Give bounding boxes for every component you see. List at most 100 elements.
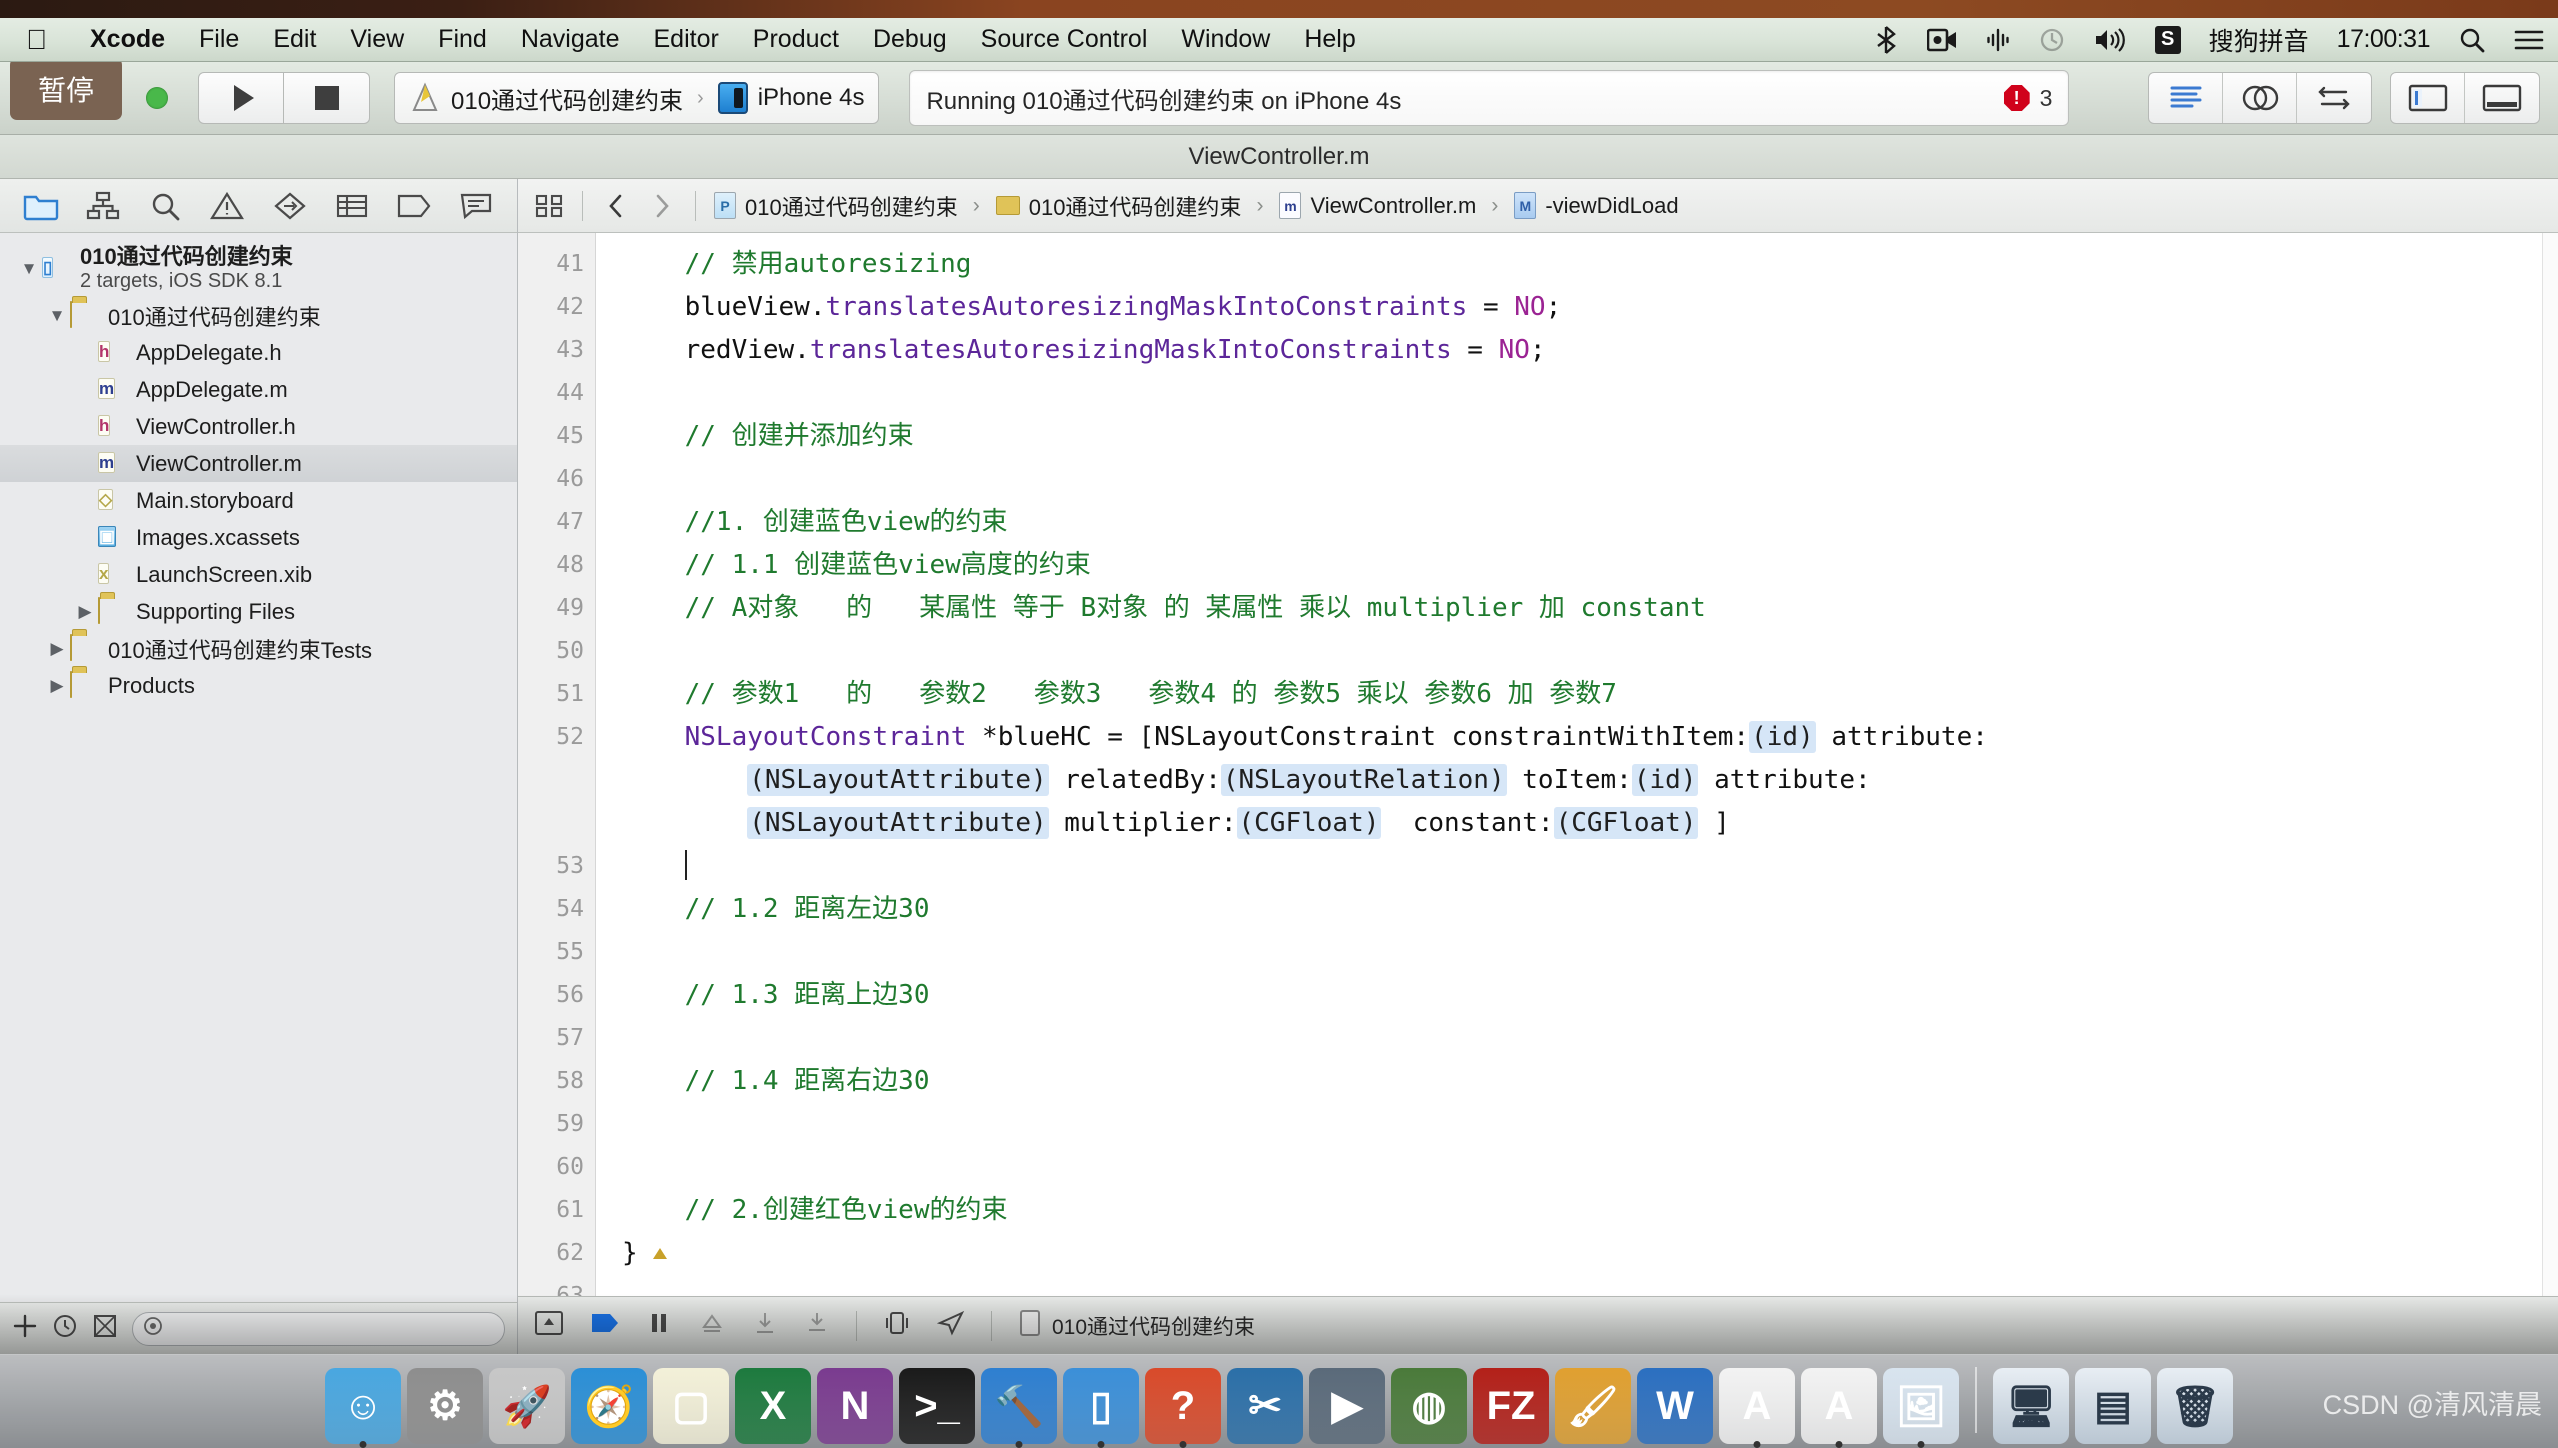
code-line[interactable] xyxy=(596,630,2558,673)
input-method-label[interactable]: 搜狗拼音 xyxy=(2195,22,2323,58)
xcode-icon[interactable]: 🔨 xyxy=(981,1368,1057,1448)
search-icon[interactable] xyxy=(2444,26,2500,54)
line-number[interactable] xyxy=(518,802,595,845)
menu-item-xcode[interactable]: Xcode xyxy=(73,25,182,54)
breadcrumb-item-file[interactable]: m ViewController.m › xyxy=(1271,192,1506,219)
code-line[interactable]: // 1.2 距离左边30 xyxy=(596,888,2558,931)
preview-icon[interactable]: 🖼 xyxy=(1883,1368,1959,1448)
disclosure-triangle[interactable]: ▶ xyxy=(72,602,98,622)
file-tree-row[interactable]: ▣ Images.xcassets xyxy=(0,519,517,556)
code-line[interactable]: //1. 创建蓝色view的约束 xyxy=(596,501,2558,544)
line-number[interactable]: 47 xyxy=(518,501,595,544)
code-line[interactable]: (NSLayoutAttribute) multiplier:(CGFloat)… xyxy=(596,802,2558,845)
find-navigator-icon[interactable] xyxy=(143,186,187,226)
code-line[interactable] xyxy=(596,1146,2558,1189)
file-tree-row[interactable]: m ViewController.m xyxy=(0,445,517,482)
issue-badge[interactable]: ! 3 xyxy=(2003,85,2052,112)
code-line[interactable]: // 1.3 距离上边30 xyxy=(596,974,2558,1017)
dash-icon[interactable]: ? xyxy=(1145,1368,1221,1448)
chevron-right-icon[interactable] xyxy=(639,192,685,220)
code-line[interactable]: // 1.1 创建蓝色view高度的约束 xyxy=(596,544,2558,587)
stop-button[interactable] xyxy=(284,72,370,124)
file-tree-row[interactable]: h ViewController.h xyxy=(0,408,517,445)
code-line[interactable]: // 2.创建红色view的约束 xyxy=(596,1189,2558,1232)
onenote-icon[interactable]: N xyxy=(817,1368,893,1444)
safari-icon[interactable]: 🧭 xyxy=(571,1368,647,1444)
simulator-icon[interactable]: ▯ xyxy=(1063,1368,1139,1448)
code-line[interactable]: redView.translatesAutoresizingMaskIntoCo… xyxy=(596,329,2558,372)
system-preferences-icon[interactable]: ⚙ xyxy=(407,1368,483,1444)
code-line[interactable] xyxy=(596,931,2558,974)
file-tree-row[interactable]: h AppDelegate.h xyxy=(0,334,517,371)
navigator-toggle-icon[interactable] xyxy=(2391,73,2465,123)
breadcrumb-item-group[interactable]: 010通过代码创建约束 › xyxy=(988,190,1272,222)
filezilla-icon[interactable]: FZ xyxy=(1473,1368,1549,1444)
breadcrumb-item-project[interactable]: P 010通过代码创建约束 › xyxy=(706,190,988,222)
airplay-icon[interactable] xyxy=(1971,27,2025,53)
line-number[interactable]: 58 xyxy=(518,1060,595,1103)
breakpoint-navigator-icon[interactable] xyxy=(392,186,436,226)
displays-icon[interactable]: 🖥 xyxy=(1993,1368,2069,1444)
project-file-tree[interactable]: ▼ ▯ 010通过代码创建约束 2 targets, iOS SDK 8.1 ▼ 010通… xyxy=(0,233,517,1302)
bluetooth-icon[interactable] xyxy=(1859,25,1913,55)
line-number[interactable]: 46 xyxy=(518,458,595,501)
assistant-editor-icon[interactable] xyxy=(2223,73,2297,123)
editor-scroll-stripe[interactable] xyxy=(2542,233,2558,1296)
terminal-icon[interactable]: >_ xyxy=(899,1368,975,1444)
line-number[interactable]: 54 xyxy=(518,888,595,931)
finder-icon[interactable]: ☺ xyxy=(325,1368,401,1448)
line-number[interactable]: 53 xyxy=(518,845,595,888)
line-number-gutter[interactable]: 41 42 43 44 45 46 47 48 49 50 51 52 53 54 55 56 57 58 59 60… xyxy=(518,233,596,1296)
stickies-icon[interactable]: ▢ xyxy=(653,1368,729,1444)
menu-item-debug[interactable]: Debug xyxy=(856,25,964,54)
file-tree-row[interactable]: m AppDelegate.m xyxy=(0,371,517,408)
file-tree-row[interactable]: ▼ ▯ 010通过代码创建约束 2 targets, iOS SDK 8.1 xyxy=(0,241,517,297)
code-line[interactable]: (NSLayoutAttribute) relatedBy:(NSLayoutR… xyxy=(596,759,2558,802)
menu-item-help[interactable]: Help xyxy=(1287,25,1372,54)
line-number[interactable]: 49 xyxy=(518,587,595,630)
code-line[interactable]: // 创建并添加约束 xyxy=(596,415,2558,458)
line-number[interactable]: 56 xyxy=(518,974,595,1017)
code-line[interactable]: blueView.translatesAutoresizingMaskIntoC… xyxy=(596,286,2558,329)
textedit-icon[interactable]: A xyxy=(1719,1368,1795,1448)
menu-item-window[interactable]: Window xyxy=(1164,25,1287,54)
breadcrumb-item-symbol[interactable]: M -viewDidLoad xyxy=(1506,192,1686,219)
file-tree-row[interactable]: ▶ 010通过代码创建约束Tests xyxy=(0,630,517,667)
issue-navigator-icon[interactable] xyxy=(205,186,249,226)
report-navigator-icon[interactable] xyxy=(454,186,498,226)
code-line[interactable] xyxy=(596,458,2558,501)
code-line[interactable]: // A对象 的 某属性 等于 B对象 的 某属性 乘以 multiplier … xyxy=(596,587,2558,630)
line-number[interactable]: 50 xyxy=(518,630,595,673)
volume-icon[interactable] xyxy=(2079,26,2141,54)
menu-item-product[interactable]: Product xyxy=(736,25,856,54)
source-editor[interactable]: 41 42 43 44 45 46 47 48 49 50 51 52 53 54 55 56 57 58 59 60… xyxy=(518,233,2558,1296)
line-number[interactable]: 61 xyxy=(518,1189,595,1232)
debug-navigator-icon[interactable] xyxy=(330,186,374,226)
disclosure-triangle[interactable]: ▼ xyxy=(16,259,42,279)
project-navigator-icon[interactable] xyxy=(19,186,63,226)
file-tree-row[interactable]: ▶ Products xyxy=(0,667,517,704)
debug-area-toggle-icon[interactable] xyxy=(2465,73,2539,123)
disclosure-triangle[interactable]: ▼ xyxy=(44,306,70,326)
launchpad-icon[interactable]: 🚀 xyxy=(489,1368,565,1444)
paintbrush-icon[interactable]: 🖌 xyxy=(1555,1368,1631,1444)
line-number[interactable]: 59 xyxy=(518,1103,595,1146)
view-toggle-segmented-control[interactable] xyxy=(2390,72,2540,124)
code-line[interactable] xyxy=(596,845,2558,888)
code-line[interactable] xyxy=(596,1017,2558,1060)
list-icon[interactable] xyxy=(2500,27,2558,53)
dock[interactable]: ☺ ⚙ 🚀 🧭 ▢ X N >_ 🔨 ▯? ✂ ▶ ◍ FZ 🖌 W A A 🖼 🖥 ▤ 🗑 xyxy=(0,1354,2558,1448)
menu-item-editor[interactable]: Editor xyxy=(636,25,735,54)
navigator-tab-bar[interactable] xyxy=(0,179,517,233)
code-line[interactable] xyxy=(596,1275,2558,1296)
line-number[interactable]: 43 xyxy=(518,329,595,372)
downloads-stack-icon[interactable]: ▤ xyxy=(2075,1368,2151,1444)
fontbook-icon[interactable]: A xyxy=(1801,1368,1877,1448)
run-button[interactable] xyxy=(198,72,284,124)
code-line[interactable]: // 参数1 的 参数2 参数3 参数4 的 参数5 乘以 参数6 加 参数7 xyxy=(596,673,2558,716)
menu-item-edit[interactable]: Edit xyxy=(256,25,333,54)
standard-editor-icon[interactable] xyxy=(2149,73,2223,123)
line-number[interactable]: 44 xyxy=(518,372,595,415)
screen-record-icon[interactable] xyxy=(1913,27,1971,53)
pause-overlay-button[interactable]: 暂停 xyxy=(10,58,122,120)
